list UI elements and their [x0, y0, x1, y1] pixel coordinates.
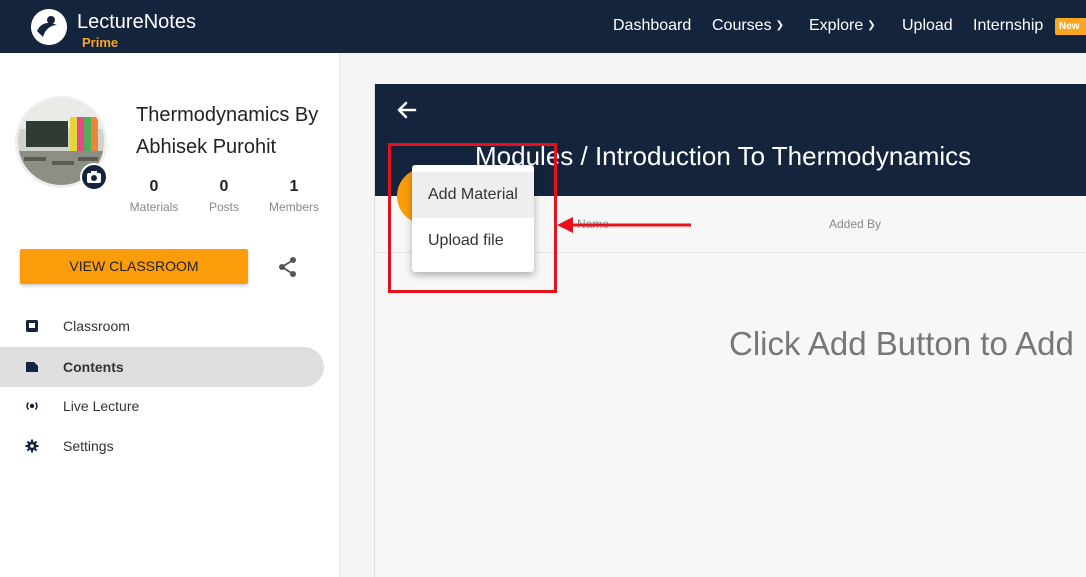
top-nav: LectureNotes Prime Dashboard Courses ❯ Ex… — [0, 0, 1086, 53]
stat-members-value: 1 — [289, 178, 299, 195]
stat-materials-label: Materials — [129, 200, 179, 214]
contents-icon — [26, 362, 38, 372]
stat-posts-label: Posts — [208, 200, 239, 214]
sidebar-item-label: Contents — [63, 359, 124, 375]
stat-materials-value: 0 — [149, 178, 159, 195]
classroom-title: Thermodynamics By Abhisek Purohit — [136, 104, 319, 158]
brand-name[interactable]: LectureNotes — [77, 10, 196, 34]
nav-internship-label: Internship — [973, 17, 1044, 34]
view-classroom-button[interactable]: VIEW CLASSROOM — [20, 249, 248, 284]
nav-dashboard-label: Dashboard — [613, 17, 692, 34]
nav-courses[interactable]: Courses ❯ — [712, 16, 784, 36]
camera-icon — [87, 171, 101, 183]
nav-courses-label: Courses — [712, 17, 772, 34]
empty-state-message: Click Add Button to Add — [729, 325, 1074, 362]
chevron-down-icon: ❯ — [775, 20, 784, 31]
sidebar-item-contents[interactable]: Contents — [0, 347, 324, 387]
nav-dashboard[interactable]: Dashboard — [613, 16, 691, 36]
sidebar: Thermodynamics By Abhisek Purohit 0 Mate… — [0, 53, 340, 577]
nav-internship[interactable]: Internship — [973, 16, 1043, 36]
stat-materials: 0 Materials — [119, 177, 189, 215]
live-lecture-icon — [26, 401, 38, 411]
new-badge: New — [1055, 18, 1086, 35]
brand-subtitle: Prime — [82, 35, 119, 50]
sidebar-item-settings[interactable]: Settings — [0, 426, 324, 466]
classroom-icon — [26, 320, 38, 332]
sidebar-item-label: Live Lecture — [63, 398, 140, 414]
sidebar-item-label: Settings — [63, 438, 114, 454]
nav-upload[interactable]: Upload — [902, 16, 953, 36]
stat-members-label: Members — [268, 200, 319, 214]
stat-members: 1 Members — [259, 177, 329, 215]
column-header-added-by: Added By — [829, 217, 882, 231]
share-icon[interactable] — [277, 256, 299, 278]
nav-explore[interactable]: Explore ❯ — [809, 16, 876, 36]
nav-upload-label: Upload — [902, 17, 953, 34]
gear-icon — [25, 439, 39, 453]
logo-icon[interactable] — [31, 9, 67, 45]
annotation-highlight-box — [388, 143, 557, 293]
chevron-down-icon: ❯ — [867, 20, 876, 31]
stat-posts-value: 0 — [219, 178, 229, 195]
nav-explore-label: Explore — [809, 17, 864, 34]
sidebar-item-live-lecture[interactable]: Live Lecture — [0, 386, 324, 426]
back-arrow-icon[interactable] — [395, 98, 419, 122]
annotation-arrow-icon — [557, 217, 691, 233]
sidebar-item-label: Classroom — [63, 318, 130, 334]
sidebar-item-classroom[interactable]: Classroom — [0, 306, 324, 346]
stat-posts: 0 Posts — [189, 177, 259, 215]
change-photo-button[interactable] — [80, 163, 108, 191]
